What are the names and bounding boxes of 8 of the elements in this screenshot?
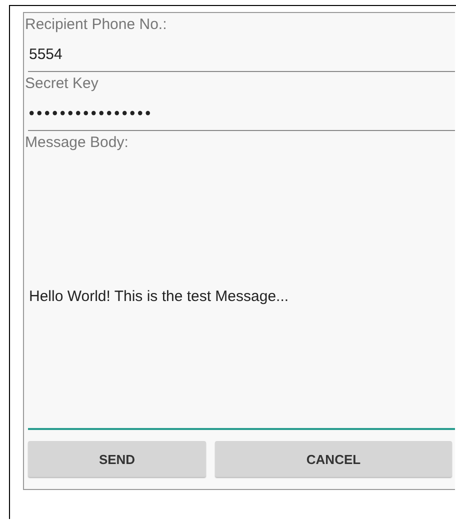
message-field[interactable]: Hello World! This is the test Message... bbox=[28, 156, 455, 430]
password-field[interactable]: •••••••••••••••• bbox=[28, 97, 455, 131]
send-button[interactable]: SEND bbox=[28, 441, 206, 477]
field-label: Recipient Phone No.: bbox=[24, 15, 167, 35]
field-label: Secret Key bbox=[24, 74, 98, 94]
field-label: Message Body: bbox=[24, 133, 128, 153]
input-field[interactable]: 5554 bbox=[28, 38, 455, 72]
cancel-button[interactable]: CANCEL bbox=[215, 441, 452, 477]
